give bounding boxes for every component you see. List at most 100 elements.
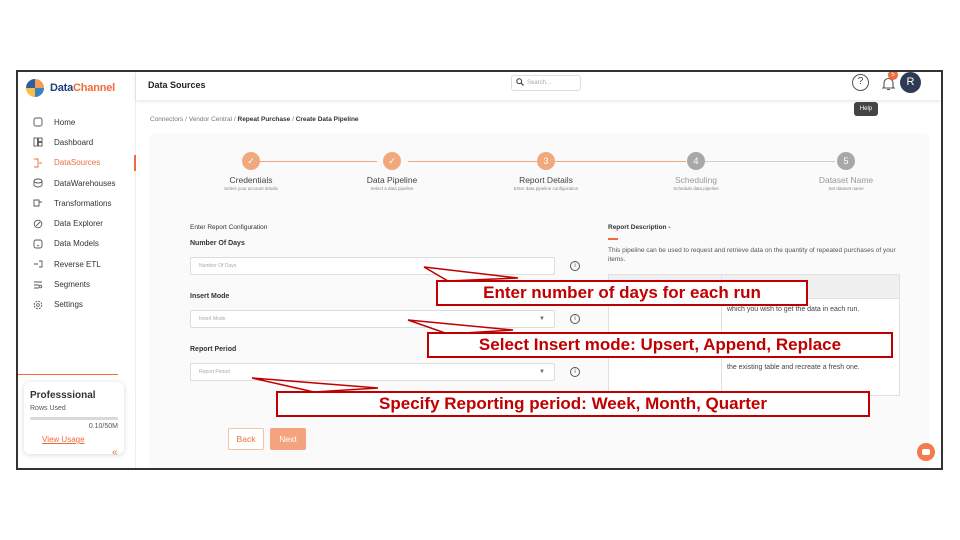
sidebar-item-segments[interactable]: Segments [18, 274, 136, 294]
step-label: Data Pipeline [366, 175, 418, 185]
step-check-icon: ✓ [383, 152, 401, 170]
top-header: Data Sources Search... ? 5 R [136, 72, 941, 100]
page-title: Data Sources [148, 80, 206, 90]
warehouse-icon [33, 178, 43, 188]
plan-title: Professsional [30, 390, 96, 401]
sidebar-item-label: Data Models [54, 239, 99, 249]
report-period-label: Report Period [190, 346, 237, 353]
sidebar-item-label: Settings [54, 300, 83, 310]
sidebar-item-datasources[interactable]: DataSources [18, 153, 136, 173]
back-button[interactable]: Back [228, 428, 264, 450]
app-window: DataChannel Home Dashboard DataSources D… [16, 70, 943, 470]
transform-icon [33, 198, 43, 208]
step-credentials[interactable]: ✓ Credentials Select your account detail… [191, 152, 311, 191]
breadcrumb-create-pipeline: Create Data Pipeline [295, 116, 359, 123]
chat-icon[interactable] [917, 443, 935, 461]
step-number: 5 [837, 152, 855, 170]
step-number: 3 [537, 152, 555, 170]
table-cell: the existing table and recreate a fresh … [727, 364, 860, 371]
step-data-pipeline[interactable]: ✓ Data Pipeline Select a data pipeline [332, 152, 452, 191]
help-icon[interactable]: ? [852, 74, 869, 91]
insert-mode-label: Insert Mode [190, 293, 230, 300]
form-section-title: Enter Report Configuration [190, 224, 268, 231]
home-icon [33, 117, 43, 127]
step-label: Credentials [229, 175, 273, 185]
search-input[interactable]: Search... [511, 75, 581, 91]
step-sub: Set dataset name [828, 186, 864, 191]
step-scheduling[interactable]: 4 Scheduling Schedule data pipeline [636, 152, 756, 191]
report-description-text: This pipeline can be used to request and… [608, 247, 896, 263]
days-field[interactable]: Number Of Days [190, 257, 555, 275]
step-check-icon: ✓ [242, 152, 260, 170]
days-label: Number Of Days [190, 240, 245, 247]
usage-bar [30, 417, 118, 420]
info-icon[interactable]: i [570, 367, 580, 377]
plan-card: Professsional Rows Used 0.10/50M View Us… [24, 382, 124, 454]
notification-badge: 5 [888, 72, 898, 80]
usage-value: 0.10/50M [88, 423, 118, 430]
step-report-details[interactable]: 3 Report Details Enter data pipeline con… [486, 152, 606, 191]
divider [18, 374, 118, 375]
sidebar-item-label: Data Explorer [54, 219, 103, 229]
sidebar-item-transformations[interactable]: Transformations [18, 193, 136, 213]
sidebar-nav: Home Dashboard DataSources DataWarehouse… [18, 112, 136, 315]
step-sub: Select your account details [224, 186, 278, 191]
sidebar-item-label: Dashboard [54, 137, 94, 147]
chevron-down-icon: ▼ [539, 369, 545, 375]
info-icon[interactable]: i [570, 261, 580, 271]
table-cell: which you wish to get the data in each r… [727, 306, 860, 313]
breadcrumb: Connectors / Vendor Central / Repeat Pur… [150, 116, 359, 123]
sidebar-item-settings[interactable]: Settings [18, 295, 136, 315]
help-tooltip: Help [854, 102, 878, 116]
step-dataset-name[interactable]: 5 Dataset Name Set dataset name [786, 152, 906, 191]
sidebar-item-home[interactable]: Home [18, 112, 136, 132]
sidebar-item-reverse-etl[interactable]: Reverse ETL [18, 254, 136, 274]
breadcrumb-vendor-central[interactable]: Vendor Central [189, 116, 232, 123]
sidebar-item-label: Transformations [54, 198, 112, 208]
models-icon [33, 239, 43, 249]
callout-insert-mode: Select Insert mode: Upsert, Append, Repl… [427, 332, 893, 358]
brand-name: DataChannel [50, 82, 116, 94]
logo-icon [26, 79, 44, 97]
callout-days: Enter number of days for each run [436, 280, 808, 306]
avatar[interactable]: R [900, 72, 921, 93]
sidebar-item-label: DataSources [54, 158, 101, 168]
search-icon [516, 78, 524, 88]
reverse-etl-icon [33, 259, 43, 269]
breadcrumb-repeat-purchase[interactable]: Repeat Purchase [238, 116, 291, 123]
chevron-down-icon: ▼ [539, 316, 545, 322]
sidebar-item-datawarehouses[interactable]: DataWarehouses [18, 173, 136, 193]
report-description-title: Report Description - [608, 224, 671, 231]
step-sub: Schedule data pipeline [673, 186, 719, 191]
sidebar-item-data-models[interactable]: Data Models [18, 234, 136, 254]
search-placeholder: Search... [527, 80, 552, 86]
collapse-sidebar-icon[interactable]: « [112, 447, 118, 458]
settings-icon [33, 300, 43, 310]
report-period-select[interactable]: Report Period ▼ [190, 363, 555, 381]
explorer-icon [33, 219, 43, 229]
step-label: Dataset Name [818, 175, 874, 185]
info-icon[interactable]: i [570, 314, 580, 324]
sidebar-item-label: Home [54, 117, 76, 127]
datasources-icon [33, 158, 43, 168]
step-sub: Enter data pipeline configuration [513, 186, 579, 191]
step-label: Report Details [519, 175, 573, 185]
breadcrumb-connectors[interactable]: Connectors [150, 116, 183, 123]
sidebar-item-label: Segments [54, 280, 91, 290]
description-underline [608, 238, 618, 240]
rows-used-label: Rows Used [30, 405, 66, 412]
next-button[interactable]: Next [270, 428, 306, 450]
sidebar-item-dashboard[interactable]: Dashboard [18, 132, 136, 152]
segments-icon [33, 280, 43, 290]
callout-report-period: Specify Reporting period: Week, Month, Q… [276, 391, 870, 417]
insert-mode-select[interactable]: Insert Mode ▼ [190, 310, 555, 328]
logo[interactable]: DataChannel [26, 79, 115, 97]
view-usage-link[interactable]: View Usage [42, 435, 118, 444]
step-sub: Select a data pipeline [370, 186, 414, 191]
sidebar-item-label: Reverse ETL [54, 259, 101, 269]
step-number: 4 [687, 152, 705, 170]
sidebar-item-label: DataWarehouses [54, 178, 116, 188]
sidebar-item-data-explorer[interactable]: Data Explorer [18, 213, 136, 233]
dashboard-icon [33, 137, 43, 147]
sidebar: DataChannel Home Dashboard DataSources D… [18, 72, 136, 468]
